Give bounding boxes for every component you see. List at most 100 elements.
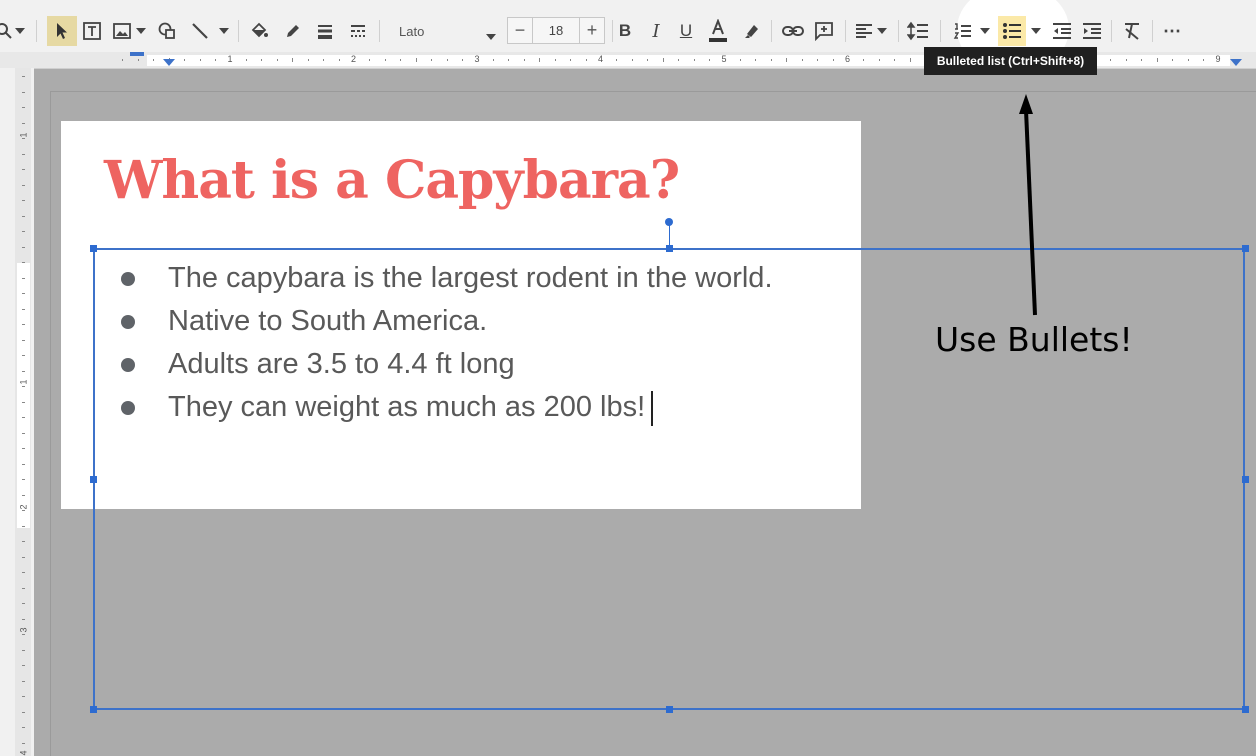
list-item-text[interactable]: Adults are 3.5 to 4.4 ft long: [168, 348, 515, 381]
list-item-text[interactable]: Native to South America.: [168, 305, 487, 338]
vertical-ruler-tick: [22, 618, 25, 620]
left-indent-marker[interactable]: [163, 59, 175, 66]
line-icon[interactable]: [188, 16, 212, 46]
vertical-ruler-tick: [22, 432, 25, 434]
ruler-tick: [709, 59, 711, 61]
vertical-ruler-label: 4: [18, 750, 29, 756]
vertical-ruler-tick: [22, 525, 25, 527]
ruler-tick: [323, 59, 325, 61]
toolbar-divider: [771, 20, 772, 42]
link-icon[interactable]: [780, 16, 806, 46]
bold-button[interactable]: B: [614, 16, 636, 46]
ruler-tick: [400, 59, 402, 61]
resize-handle-right[interactable]: [1242, 476, 1249, 483]
border-color-icon[interactable]: [281, 16, 305, 46]
toolbar-divider: [379, 20, 380, 42]
line-spacing-icon[interactable]: [906, 16, 930, 46]
shape-icon[interactable]: [155, 16, 179, 46]
right-indent-marker[interactable]: [1230, 59, 1242, 66]
toolbar-divider: [898, 20, 899, 42]
annotation-text: Use Bullets!: [935, 320, 1133, 359]
line-dropdown-icon[interactable]: [217, 16, 231, 46]
ruler-tick: [693, 59, 695, 61]
list-item[interactable]: The capybara is the largest rodent in th…: [118, 257, 773, 300]
tooltip: Bulleted list (Ctrl+Shift+8): [924, 47, 1097, 75]
vertical-ruler-tick: [22, 572, 25, 573]
ruler-label: 5: [721, 54, 727, 64]
bullet-dot-icon: [121, 314, 135, 329]
resize-handle-bottom[interactable]: [666, 706, 673, 713]
rotation-handle[interactable]: [665, 218, 673, 226]
bulleted-list-icon[interactable]: [998, 16, 1026, 46]
vertical-ruler-tick: [22, 711, 25, 713]
align-dropdown-icon[interactable]: [876, 16, 888, 46]
bullet-list[interactable]: The capybara is the largest rodent in th…: [118, 257, 773, 429]
bullet-dot-icon: [121, 400, 135, 415]
more-options-button[interactable]: ⋯: [1160, 16, 1184, 46]
font-dropdown-icon[interactable]: [486, 28, 496, 43]
resize-handle-top-left[interactable]: [90, 245, 97, 252]
vertical-ruler-tick: [22, 91, 25, 93]
vertical-ruler-tick: [22, 649, 25, 651]
ruler-tick: [384, 59, 386, 61]
image-icon[interactable]: [110, 16, 134, 46]
font-size-input[interactable]: 18: [533, 18, 579, 43]
border-weight-icon[interactable]: [313, 16, 337, 46]
text-color-icon[interactable]: [706, 16, 730, 46]
border-dash-icon[interactable]: [346, 16, 370, 46]
list-item[interactable]: They can weight as much as 200 lbs!: [118, 386, 773, 429]
slide-title[interactable]: What is a Capybara?: [104, 150, 680, 211]
ruler-tick: [462, 59, 464, 61]
vertical-ruler-tick: [22, 510, 25, 511]
vertical-ruler-tick: [22, 339, 25, 341]
increase-indent-icon[interactable]: [1080, 16, 1104, 46]
resize-handle-top[interactable]: [666, 245, 673, 252]
ruler-tick: [894, 59, 896, 61]
italic-button[interactable]: I: [645, 16, 667, 46]
decrease-font-size-button[interactable]: −: [508, 18, 533, 43]
toolbar-divider: [1152, 20, 1153, 42]
numbered-list-icon[interactable]: [951, 16, 975, 46]
bulleted-list-dropdown-icon[interactable]: [1030, 16, 1042, 46]
image-dropdown-icon[interactable]: [134, 16, 148, 46]
toolbar-divider: [36, 20, 37, 42]
ruler-tick: [1110, 59, 1112, 61]
list-item[interactable]: Native to South America.: [118, 300, 773, 343]
ruler-tick: [523, 59, 525, 61]
numbered-list-dropdown-icon[interactable]: [979, 16, 991, 46]
ruler-label: 3: [474, 54, 480, 64]
decrease-indent-icon[interactable]: [1050, 16, 1074, 46]
select-tool-icon[interactable]: [47, 16, 77, 46]
resize-handle-top-right[interactable]: [1242, 245, 1249, 252]
bullet-dot-icon: [121, 357, 135, 372]
fill-color-icon[interactable]: [247, 16, 271, 46]
increase-font-size-button[interactable]: +: [579, 18, 604, 43]
vertical-ruler-tick: [22, 634, 25, 635]
ruler-tick: [678, 59, 680, 61]
highlight-color-icon[interactable]: [740, 16, 764, 46]
ruler-tick: [1203, 59, 1205, 61]
ruler-tick: [832, 59, 834, 61]
ruler-label: 2: [351, 54, 357, 64]
zoom-dropdown-icon[interactable]: [14, 16, 26, 46]
ruler-tick: [1156, 58, 1158, 62]
list-item[interactable]: Adults are 3.5 to 4.4 ft long: [118, 343, 773, 386]
list-item-text[interactable]: They can weight as much as 200 lbs!: [168, 391, 645, 424]
vertical-ruler-tick: [22, 138, 25, 139]
font-family-select[interactable]: Lato: [389, 16, 499, 46]
vertical-ruler-tick: [22, 76, 25, 77]
resize-handle-left[interactable]: [90, 476, 97, 483]
text-box-icon[interactable]: [80, 16, 104, 46]
resize-handle-bottom-right[interactable]: [1242, 706, 1249, 713]
list-item-text[interactable]: The capybara is the largest rodent in th…: [168, 262, 773, 295]
vertical-ruler-tick: [22, 246, 25, 248]
first-line-indent-marker[interactable]: [130, 52, 144, 56]
align-icon[interactable]: [853, 16, 875, 46]
zoom-icon[interactable]: [0, 16, 14, 46]
add-comment-icon[interactable]: [812, 16, 836, 46]
toolbar-divider: [845, 20, 846, 42]
ruler-label: 1: [227, 54, 233, 64]
underline-button[interactable]: U: [675, 16, 697, 46]
clear-formatting-icon[interactable]: [1120, 16, 1144, 46]
resize-handle-bottom-left[interactable]: [90, 706, 97, 713]
